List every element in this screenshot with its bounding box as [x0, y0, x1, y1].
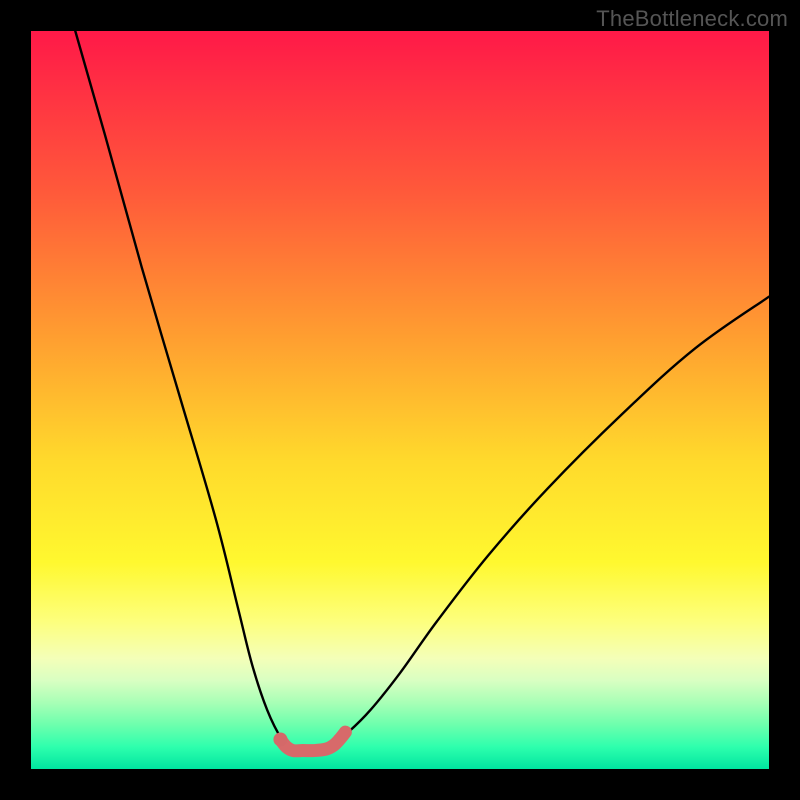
- chart-svg: [31, 31, 769, 769]
- plot-area: [31, 31, 769, 769]
- chart-frame: TheBottleneck.com: [0, 0, 800, 800]
- bottleneck-curve: [75, 31, 769, 751]
- sweet-spot-band: [280, 732, 345, 751]
- watermark-text: TheBottleneck.com: [596, 6, 788, 32]
- sweet-spot-start-dot: [273, 732, 287, 746]
